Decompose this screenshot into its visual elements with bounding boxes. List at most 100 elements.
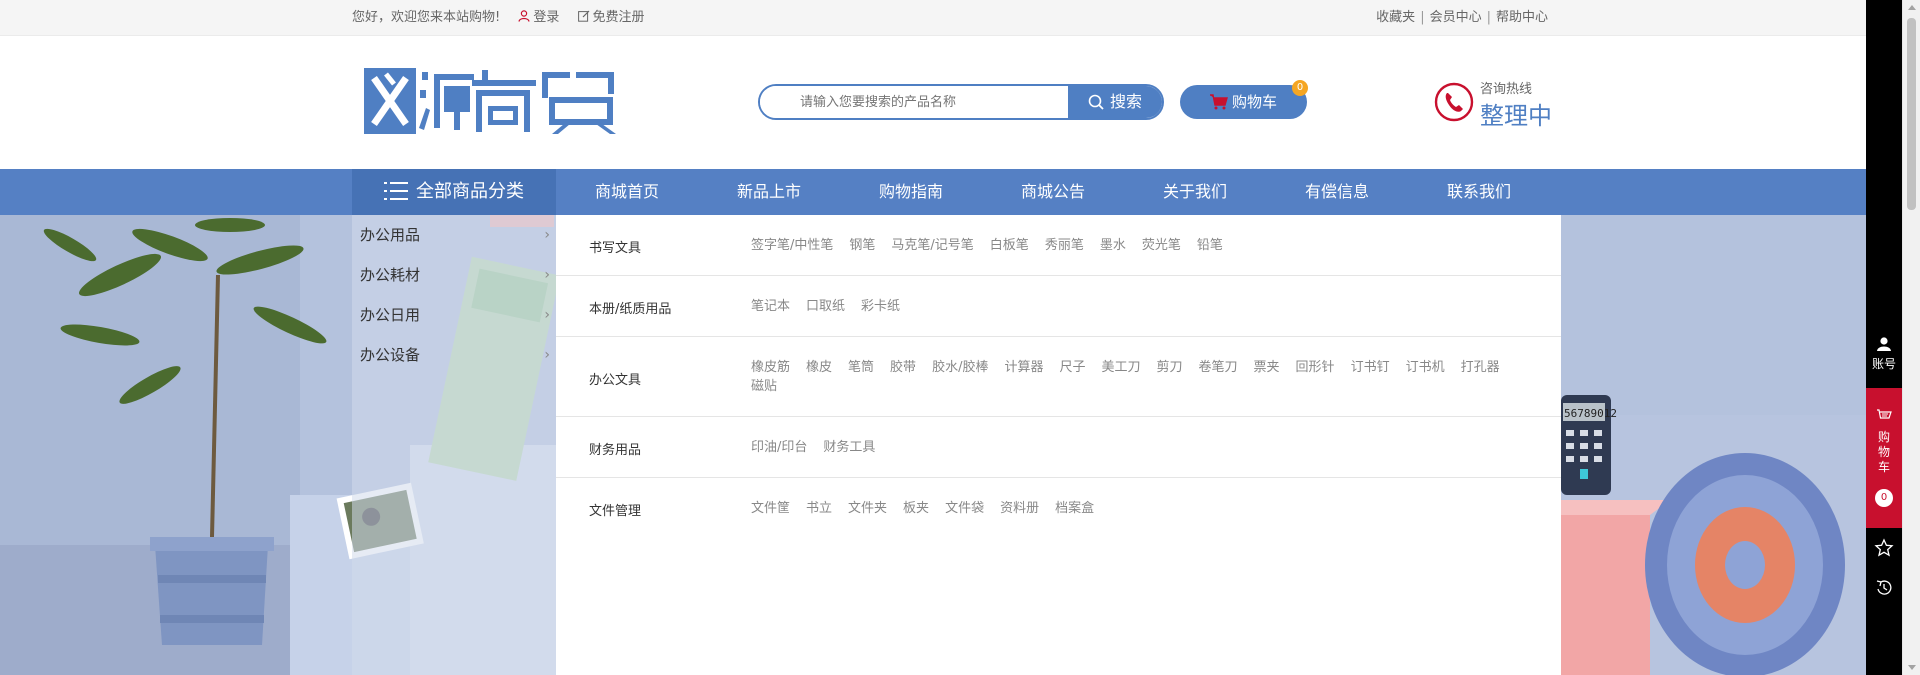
star-icon[interactable] [1874, 538, 1894, 558]
category-link[interactable]: 彩卡纸 [861, 297, 900, 316]
side-cart-count-badge: 0 [1875, 489, 1893, 507]
category-row-links: 橡皮筋 橡皮 笔筒 胶带 胶水/胶棒 计算器 尺子 美工刀 剪刀 卷笔刀 票夹 回形针 订书钉 订书机 打孔… [751, 358, 1541, 396]
register-link[interactable]: 免费注册 [577, 10, 645, 25]
category-row-title[interactable]: 财务用品 [589, 439, 641, 458]
category-link[interactable]: 橡皮 [806, 358, 832, 377]
category-link[interactable]: 马克笔/记号笔 [891, 236, 973, 255]
category-link[interactable]: 财务工具 [823, 438, 875, 457]
side-cart-label-char: 物 [1877, 445, 1890, 459]
nav-item-home[interactable]: 商城首页 [556, 169, 698, 215]
category-link[interactable]: 胶带 [890, 358, 916, 377]
nav-item-guide[interactable]: 购物指南 [840, 169, 982, 215]
side-cart-label-char: 车 [1877, 460, 1890, 474]
side-category-label: 办公设备 [360, 346, 421, 364]
category-link[interactable]: 计算器 [1004, 358, 1043, 377]
site-logo[interactable] [364, 66, 621, 136]
side-category-item[interactable]: 办公用品 › [360, 215, 556, 255]
category-link[interactable]: 墨水 [1100, 236, 1126, 255]
nav-item-notice[interactable]: 商城公告 [982, 169, 1124, 215]
category-link[interactable]: 文件筐 [751, 499, 790, 518]
side-category-item[interactable]: 办公耗材 › [360, 255, 556, 295]
category-link[interactable]: 卷笔刀 [1199, 358, 1238, 377]
cart-icon [1877, 409, 1892, 419]
nav-item-contact[interactable]: 联系我们 [1408, 169, 1550, 215]
category-link[interactable]: 磁贴 [751, 377, 777, 396]
category-row: 财务用品 印油/印台 财务工具 [556, 417, 1561, 478]
greeting-text: 您好，欢迎您来本站购物! [352, 10, 501, 25]
main-nav: 全部商品分类 商城首页 新品上市 购物指南 商城公告 关于我们 有偿信息 联系我… [0, 169, 1866, 215]
favorites-link[interactable]: 收藏夹 [1376, 10, 1415, 25]
cart-label: 购物车 [1231, 93, 1277, 111]
search-input[interactable] [760, 86, 1070, 118]
category-link[interactable]: 铅笔 [1197, 236, 1223, 255]
category-row-title[interactable]: 文件管理 [589, 500, 641, 519]
chevron-right-icon: › [544, 227, 550, 243]
category-link[interactable]: 美工刀 [1101, 358, 1140, 377]
side-category-item[interactable]: 办公日用 › [360, 295, 556, 335]
help-center-link[interactable]: 帮助中心 [1496, 10, 1548, 25]
scroll-up-arrow-icon[interactable] [1908, 5, 1916, 10]
scroll-down-arrow-icon[interactable] [1908, 665, 1916, 670]
category-link[interactable]: 白板笔 [990, 236, 1029, 255]
history-icon[interactable] [1874, 577, 1894, 597]
side-category-item[interactable]: 办公设备 › [360, 335, 556, 375]
account-label: 账号 [1871, 357, 1896, 371]
hotline: 咨询热线 整理中 [1434, 78, 1564, 130]
scroll-thumb[interactable] [1907, 18, 1916, 210]
category-row-title[interactable]: 书写文具 [589, 237, 641, 256]
category-link[interactable]: 打孔器 [1461, 358, 1500, 377]
side-cart-label: 购 物 车 [1866, 430, 1902, 475]
category-link[interactable]: 票夹 [1254, 358, 1280, 377]
category-link[interactable]: 文件袋 [945, 499, 984, 518]
search-button[interactable]: 搜索 [1068, 86, 1162, 118]
category-row-links: 印油/印台 财务工具 [751, 438, 1541, 457]
search-button-label: 搜索 [1109, 92, 1142, 111]
category-link[interactable]: 橡皮筋 [751, 358, 790, 377]
nav-item-paid-info[interactable]: 有偿信息 [1266, 169, 1408, 215]
category-link[interactable]: 笔筒 [848, 358, 874, 377]
category-link[interactable]: 钢笔 [849, 236, 875, 255]
category-row: 文件管理 文件筐 书立 文件夹 板夹 文件袋 资料册 档案盒 [556, 478, 1561, 539]
account-button[interactable]: 账号 [1866, 328, 1902, 384]
category-row-title[interactable]: 办公文具 [589, 369, 641, 388]
side-cart-label-char: 购 [1877, 430, 1890, 444]
category-row-links: 笔记本 口取纸 彩卡纸 [751, 297, 1541, 316]
user-icon [1877, 337, 1891, 351]
category-link[interactable]: 板夹 [903, 499, 929, 518]
category-link[interactable]: 笔记本 [751, 297, 790, 316]
category-link[interactable]: 资料册 [1000, 499, 1039, 518]
edit-icon [577, 10, 589, 22]
cart-button[interactable]: 购物车 0 [1180, 80, 1308, 119]
chevron-right-icon: › [544, 267, 550, 283]
category-link[interactable]: 文件夹 [848, 499, 887, 518]
category-link[interactable]: 尺子 [1059, 358, 1085, 377]
side-cart-button[interactable]: 购 物 车 0 [1866, 388, 1902, 528]
all-categories-button[interactable]: 全部商品分类 [352, 169, 556, 215]
category-link[interactable]: 口取纸 [806, 297, 845, 316]
page-scrollbar[interactable] [1902, 0, 1920, 675]
hotline-number: 整理中 [1480, 102, 1552, 130]
cart-count-badge: 0 [1292, 80, 1308, 96]
category-link[interactable]: 订书钉 [1351, 358, 1390, 377]
category-link[interactable]: 回形针 [1296, 358, 1335, 377]
category-row-title[interactable]: 本册/纸质用品 [589, 298, 671, 317]
login-label[interactable]: 登录 [533, 10, 559, 25]
search-box: 搜索 [758, 84, 1164, 120]
category-link[interactable]: 签字笔/中性笔 [751, 236, 833, 255]
nav-item-new[interactable]: 新品上市 [698, 169, 840, 215]
login-link[interactable]: 登录 [518, 10, 559, 25]
category-link[interactable]: 胶水/胶棒 [932, 358, 988, 377]
side-category-label: 办公日用 [360, 306, 421, 324]
register-label[interactable]: 免费注册 [593, 10, 645, 25]
nav-item-about[interactable]: 关于我们 [1124, 169, 1266, 215]
category-link[interactable]: 荧光笔 [1142, 236, 1181, 255]
member-center-link[interactable]: 会员中心 [1430, 10, 1482, 25]
category-link[interactable]: 档案盒 [1055, 499, 1094, 518]
category-link[interactable]: 印油/印台 [751, 438, 807, 457]
category-link[interactable]: 订书机 [1406, 358, 1445, 377]
category-link[interactable]: 秀丽笔 [1045, 236, 1084, 255]
category-link[interactable]: 剪刀 [1157, 358, 1183, 377]
right-toolbar: 账号 购 物 车 0 [1866, 0, 1902, 675]
side-category-label: 办公耗材 [360, 266, 421, 284]
category-link[interactable]: 书立 [806, 499, 832, 518]
